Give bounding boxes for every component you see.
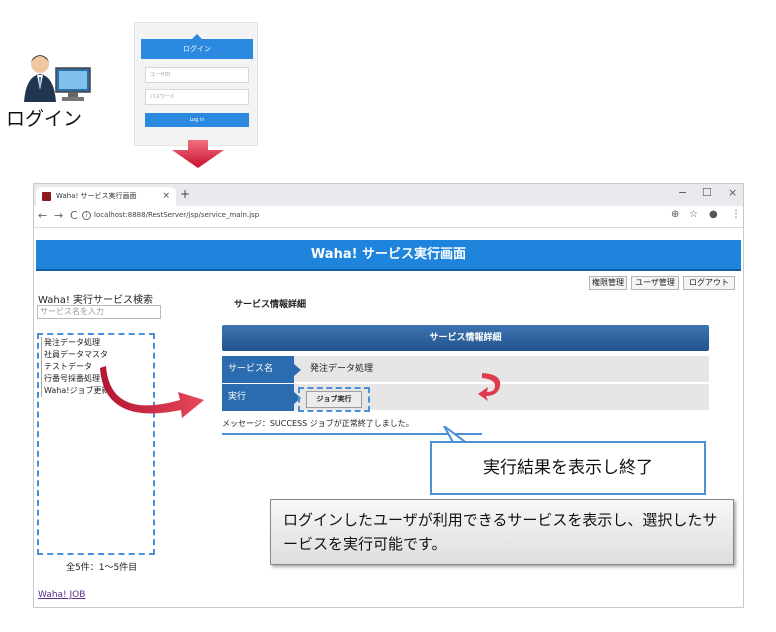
curved-arrow-icon: [100, 366, 204, 418]
page-title: Waha! サービス実行画面: [36, 240, 741, 271]
service-name-row: サービス名 発注データ処理: [222, 356, 709, 383]
run-job-button[interactable]: ジョブ実行: [306, 391, 362, 408]
user-computer-icon: [24, 55, 91, 102]
forward-icon[interactable]: →: [54, 209, 63, 222]
maximize-icon[interactable]: ☐: [702, 186, 712, 199]
site-info-icon[interactable]: i: [82, 211, 91, 220]
result-callout: 実行結果を表示し終了: [430, 441, 706, 495]
down-arrow-icon: [172, 140, 224, 168]
return-arrow-icon: [478, 373, 501, 401]
status-message: メッセージ：SUCCESS ジョブが正常終了しました。: [222, 419, 414, 428]
sidebar-title: Waha! 実行サービス検索: [38, 295, 154, 306]
service-search-input[interactable]: サービス名を入力: [37, 305, 161, 319]
favicon-icon: [42, 192, 51, 201]
permission-management-button[interactable]: 権限管理: [589, 276, 627, 290]
profile-icon[interactable]: ●: [709, 209, 718, 220]
browser-tab[interactable]: Waha! サービス実行画面 ×: [36, 187, 176, 206]
main-section-title: サービス情報詳細: [234, 300, 307, 310]
url-field[interactable]: localhost:8888/RestServer/jsp/service_ma…: [94, 211, 259, 219]
list-item[interactable]: 発注データ処理: [42, 337, 149, 349]
login-card-header: ログイン: [141, 39, 253, 59]
menu-icon[interactable]: ⋮: [731, 209, 741, 220]
service-name-value: 発注データ処理: [310, 364, 374, 374]
tab-close-icon[interactable]: ×: [162, 187, 170, 206]
tab-bar: Waha! サービス実行画面 × + − ☐ ×: [34, 184, 743, 206]
tab-title: Waha! サービス実行画面: [56, 192, 137, 200]
logout-button[interactable]: ログアウト: [683, 276, 735, 290]
reload-icon[interactable]: C: [70, 209, 78, 222]
back-icon[interactable]: ←: [38, 209, 47, 222]
window-close-icon[interactable]: ×: [728, 186, 737, 199]
zoom-icon[interactable]: ⊕: [671, 209, 679, 220]
new-tab-icon[interactable]: +: [180, 187, 190, 201]
user-id-field[interactable]: ユーザID: [145, 67, 249, 83]
login-caption: ログイン: [6, 108, 83, 130]
login-button[interactable]: Log in: [145, 113, 249, 127]
description-box: ログインしたユーザが利用できるサービスを表示し、選択したサービスを実行可能です。: [270, 499, 734, 565]
login-form-thumbnail: ログイン ユーザID パスワード Log in: [134, 22, 258, 146]
address-bar: ← → C i localhost:8888/RestServer/jsp/se…: [34, 206, 743, 228]
result-count: 全5件：1〜5件目: [66, 563, 138, 573]
execute-label: 実行: [222, 384, 301, 411]
user-management-button[interactable]: ユーザ管理: [631, 276, 679, 290]
password-field[interactable]: パスワード: [145, 89, 249, 105]
detail-panel-header: サービス情報詳細: [222, 325, 709, 351]
bookmark-star-icon[interactable]: ☆: [689, 209, 698, 220]
waha-job-link[interactable]: Waha! JOB: [38, 590, 85, 600]
execute-row: 実行: [222, 384, 709, 411]
service-name-label: サービス名: [222, 356, 301, 383]
minimize-icon[interactable]: −: [678, 186, 687, 199]
